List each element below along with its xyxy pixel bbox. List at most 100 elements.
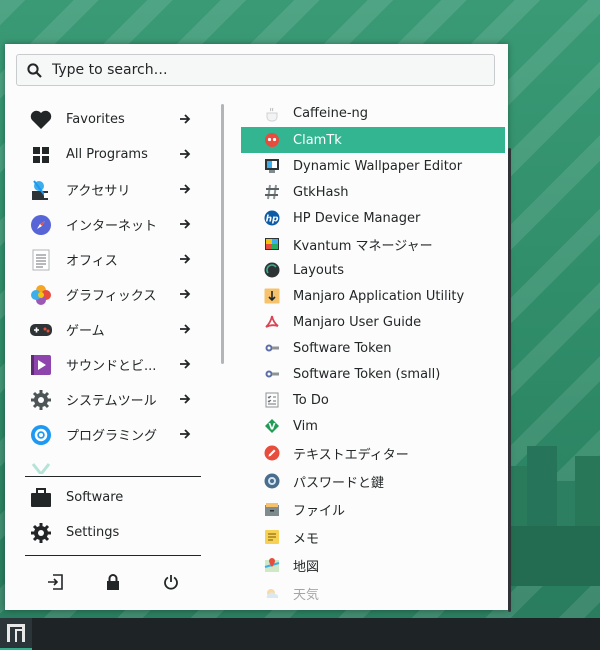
application-menu: Favorites All Programs アクセサリ インターネット xyxy=(5,44,511,612)
accessories-icon xyxy=(29,178,53,202)
taskbar xyxy=(0,618,600,650)
arrow-right-icon xyxy=(179,428,191,444)
app-label: テキストエディター xyxy=(293,447,409,463)
power-icon[interactable] xyxy=(159,570,183,594)
app-list-scrollbar[interactable] xyxy=(508,148,511,612)
layouts-icon xyxy=(264,262,280,278)
category-label: ゲーム xyxy=(66,324,105,339)
app-item-layouts[interactable]: Layouts xyxy=(241,257,505,283)
app-item-gtkhash[interactable]: GtkHash xyxy=(241,179,505,205)
search-box[interactable] xyxy=(16,54,495,86)
app-label: Dynamic Wallpaper Editor xyxy=(293,158,463,174)
pdf-icon xyxy=(264,314,280,330)
app-item-text-editor[interactable]: テキストエディター xyxy=(241,439,505,467)
multimedia-icon xyxy=(29,353,53,377)
checklist-icon xyxy=(264,392,280,408)
compass-icon xyxy=(29,213,53,237)
app-item-maps[interactable]: 地図 xyxy=(241,551,505,579)
dev-gear-icon xyxy=(29,423,53,447)
arrow-right-icon xyxy=(179,218,191,234)
app-label: メモ xyxy=(293,531,320,547)
app-label: Manjaro User Guide xyxy=(293,314,422,330)
category-generic-icon xyxy=(29,458,53,474)
app-label: Manjaro Application Utility xyxy=(293,288,465,304)
category-system-tools[interactable]: システムツール xyxy=(25,382,201,417)
hash-icon xyxy=(264,184,280,200)
software-item[interactable]: Software xyxy=(25,480,201,515)
app-item-dynamic-wallpaper-editor[interactable]: Dynamic Wallpaper Editor xyxy=(241,153,505,179)
arrow-right-icon xyxy=(179,253,191,269)
category-scrollbar[interactable] xyxy=(221,104,224,364)
category-list: Favorites All Programs アクセサリ インターネット オフィ… xyxy=(25,102,201,474)
app-label: ファイル xyxy=(293,503,346,519)
download-arrow-icon xyxy=(264,288,280,304)
search-icon xyxy=(27,62,42,78)
category-label: オフィス xyxy=(66,254,118,269)
app-item-clamtk[interactable]: ClamTk xyxy=(241,127,505,153)
app-item-software-token[interactable]: Software Token xyxy=(241,335,505,361)
pencil-icon xyxy=(264,445,280,461)
app-item-weather[interactable]: 天気 xyxy=(241,579,505,607)
app-label: パスワードと鍵 xyxy=(293,475,385,491)
heart-icon xyxy=(29,108,53,132)
category-favorites[interactable]: Favorites xyxy=(25,102,201,137)
category-all-programs[interactable]: All Programs xyxy=(25,137,201,172)
category-multimedia[interactable]: サウンドとビ... xyxy=(25,347,201,382)
app-item-passwords-and-keys[interactable]: パスワードと鍵 xyxy=(241,467,505,495)
settings-item[interactable]: Settings xyxy=(25,515,201,550)
app-list: Caffeine-ng ClamTk Dynamic Wallpaper Edi… xyxy=(241,100,505,610)
logout-icon[interactable] xyxy=(43,570,67,594)
app-label: To Do xyxy=(293,392,329,408)
app-label: Layouts xyxy=(293,262,344,278)
vim-icon: V xyxy=(264,418,280,434)
category-internet[interactable]: インターネット xyxy=(25,207,201,242)
app-item-vim[interactable]: V Vim xyxy=(241,413,505,439)
search-input[interactable] xyxy=(50,61,494,79)
app-item-kvantum[interactable]: Kvantum マネージャー xyxy=(241,231,505,257)
divider xyxy=(25,476,201,477)
app-label: Caffeine-ng xyxy=(293,106,369,121)
application-menu-button[interactable] xyxy=(0,618,32,650)
arrow-right-icon xyxy=(179,183,191,199)
app-label: ClamTk xyxy=(293,132,342,148)
app-item-notes[interactable]: メモ xyxy=(241,523,505,551)
app-item-manjaro-application-utility[interactable]: Manjaro Application Utility xyxy=(241,283,505,309)
app-label: Vim xyxy=(293,418,318,434)
lock-icon[interactable] xyxy=(101,570,125,594)
divider xyxy=(25,555,201,556)
document-icon xyxy=(29,248,53,272)
app-item-to-do[interactable]: To Do xyxy=(241,387,505,413)
color-flower-icon xyxy=(29,283,53,307)
manjaro-logo-icon xyxy=(7,624,25,642)
svg-text:hp: hp xyxy=(266,215,279,225)
category-programming[interactable]: プログラミング xyxy=(25,417,201,452)
app-item-manjaro-user-guide[interactable]: Manjaro User Guide xyxy=(241,309,505,335)
arrow-right-icon xyxy=(179,113,191,129)
category-graphics[interactable]: グラフィックス xyxy=(25,277,201,312)
app-item-caffeine-ng[interactable]: Caffeine-ng xyxy=(241,100,505,127)
briefcase-icon xyxy=(29,486,53,510)
weather-icon xyxy=(264,585,280,601)
category-office[interactable]: オフィス xyxy=(25,242,201,277)
app-item-hp-device-manager[interactable]: hp HP Device Manager xyxy=(241,205,505,231)
arrow-right-icon xyxy=(179,323,191,339)
app-item-software-token-small[interactable]: Software Token (small) xyxy=(241,361,505,387)
category-label: システムツール xyxy=(66,394,157,409)
hp-icon: hp xyxy=(264,210,280,226)
settings-gear-icon xyxy=(29,521,53,545)
app-label: Software Token (small) xyxy=(293,366,441,382)
arrow-right-icon xyxy=(179,148,191,164)
app-item-files[interactable]: ファイル xyxy=(241,495,505,523)
app-label: Kvantum マネージャー xyxy=(293,238,433,254)
token-small-icon xyxy=(264,366,280,382)
category-games[interactable]: ゲーム xyxy=(25,312,201,347)
category-label: All Programs xyxy=(66,147,148,162)
gamepad-icon xyxy=(29,318,53,342)
category-label: アクセサリ xyxy=(66,184,131,199)
category-label: Favorites xyxy=(66,112,125,127)
coffee-cup-icon xyxy=(264,106,280,122)
category-label: プログラミング xyxy=(66,429,158,444)
arrow-right-icon xyxy=(179,358,191,374)
category-accessories[interactable]: アクセサリ xyxy=(25,172,201,207)
grid-icon xyxy=(29,143,53,167)
